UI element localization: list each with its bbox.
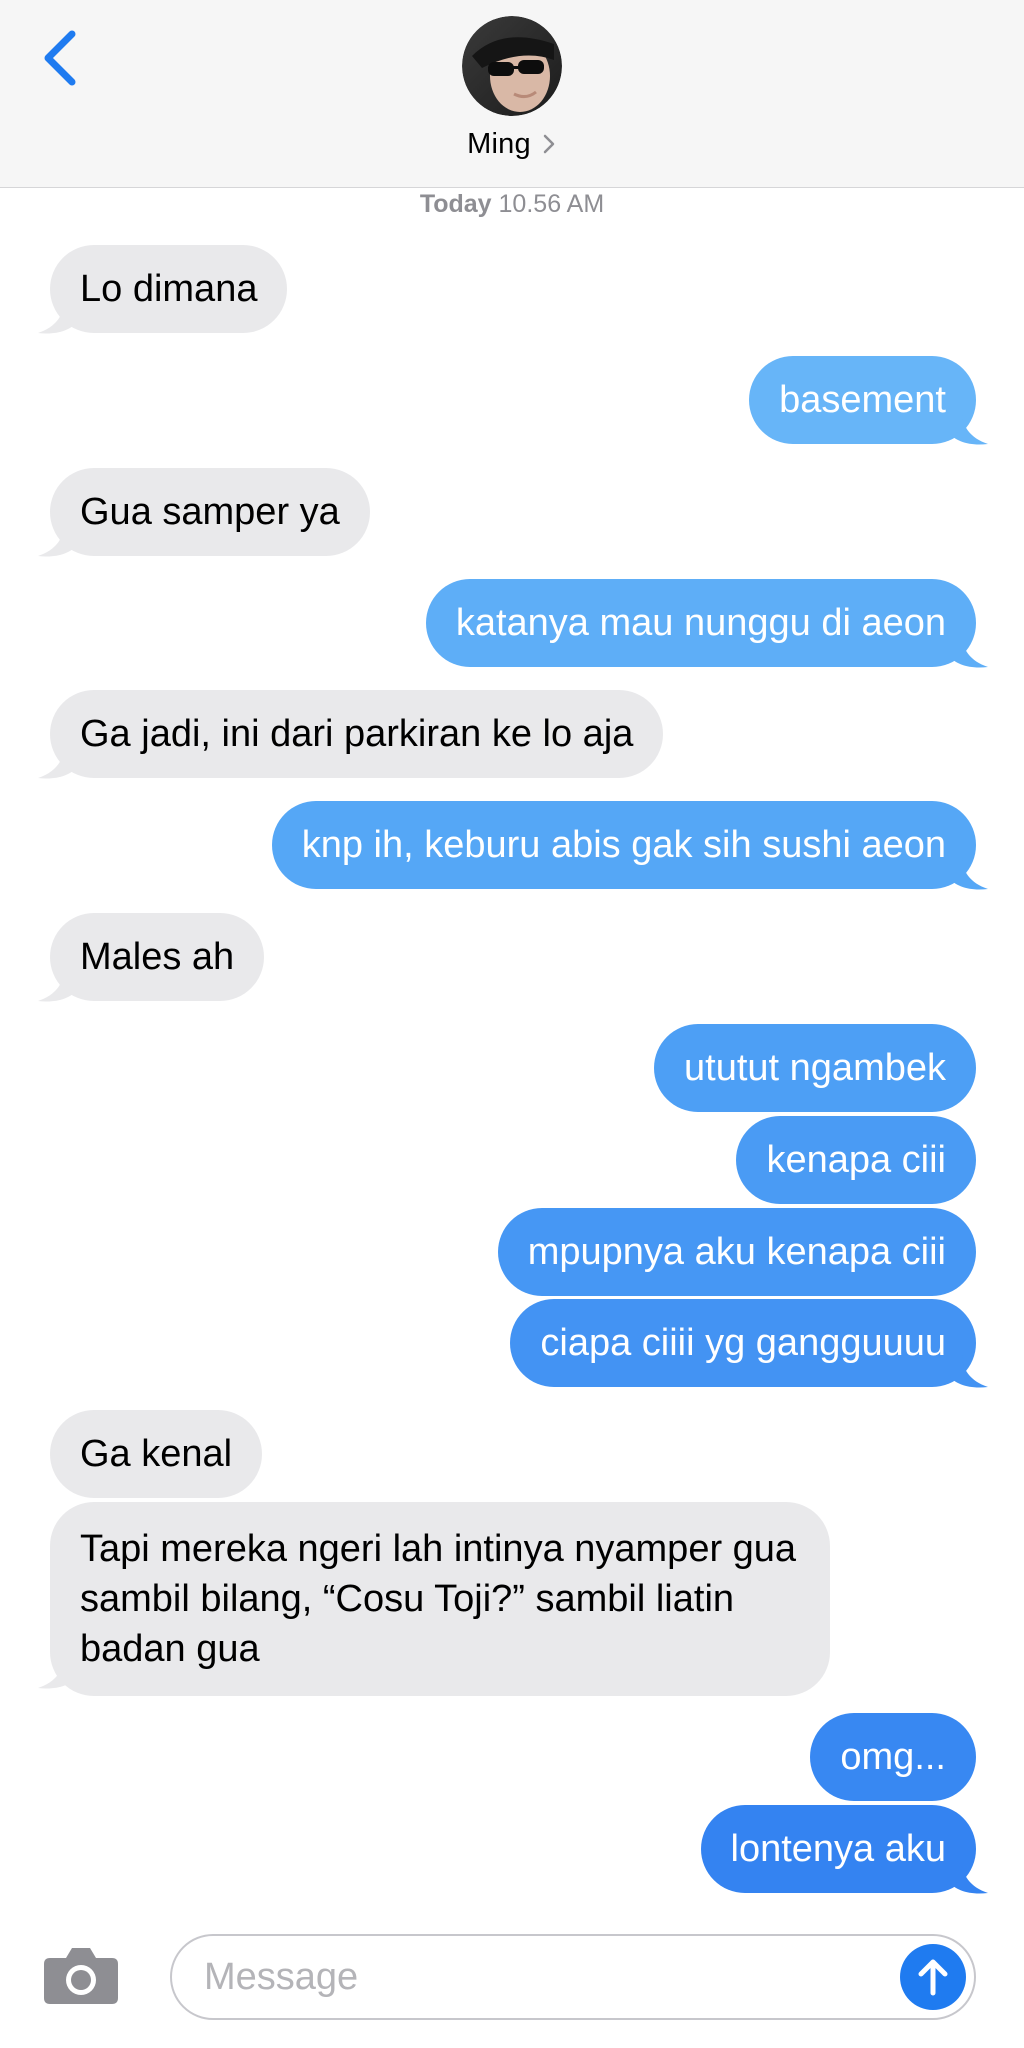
conversation-timestamp: Today 10.56 AM	[0, 190, 1024, 220]
bubble-tail	[38, 301, 78, 334]
message-bubble-received[interactable]: Ga jadi, ini dari parkiran ke lo aja	[50, 690, 664, 778]
message-bubble-sent[interactable]: mpupnya aku kenapa ciii	[497, 1208, 976, 1296]
bubble-tail	[38, 969, 78, 1002]
conversation-header: Ming	[0, 0, 1024, 188]
send-arrow-icon	[918, 1959, 948, 1996]
message-bubble-received[interactable]: Males ah	[50, 913, 265, 1001]
bubble-tail	[948, 412, 988, 445]
bubble-tail	[948, 1861, 988, 1894]
message-bubble-sent[interactable]: ciapa ciiii yg gangguuuu	[510, 1299, 976, 1387]
message-bubble-received[interactable]: Tapi mereka ngeri lah intinya nyamper gu…	[50, 1502, 830, 1696]
back-chevron-icon[interactable]	[36, 26, 84, 90]
send-button[interactable]	[900, 1944, 966, 2010]
chevron-right-icon	[543, 134, 555, 154]
message-bubble-received[interactable]: Gua samper ya	[50, 468, 370, 556]
message-bubble-sent[interactable]: kenapa ciii	[736, 1116, 976, 1204]
contact-avatar[interactable]	[462, 16, 562, 116]
camera-icon[interactable]	[42, 1946, 120, 2006]
bubble-tail	[948, 857, 988, 890]
bubble-tail	[38, 524, 78, 557]
message-bubble-sent[interactable]: basement	[749, 356, 976, 444]
contact-name-button[interactable]: Ming	[0, 124, 1024, 164]
contact-name: Ming	[467, 127, 531, 160]
message-input[interactable]	[170, 1934, 976, 2020]
timestamp-day: Today	[419, 190, 492, 218]
message-bubble-sent[interactable]: lontenya aku	[700, 1805, 976, 1893]
message-bubble-sent[interactable]: knp ih, keburu abis gak sih sushi aeon	[271, 801, 976, 889]
message-bubble-sent[interactable]: katanya mau nunggu di aeon	[425, 579, 976, 667]
bubble-tail	[948, 1355, 988, 1388]
bubble-tail	[948, 635, 988, 668]
message-bubble-received[interactable]: Ga kenal	[50, 1410, 263, 1498]
bubble-tail	[38, 1656, 78, 1689]
bubble-tail	[38, 746, 78, 779]
timestamp-time: 10.56 AM	[498, 190, 605, 218]
message-bubble-sent[interactable]: omg...	[810, 1713, 976, 1801]
message-bubble-sent[interactable]: ututut ngambek	[654, 1024, 976, 1112]
message-bubble-received[interactable]: Lo dimana	[50, 245, 288, 333]
